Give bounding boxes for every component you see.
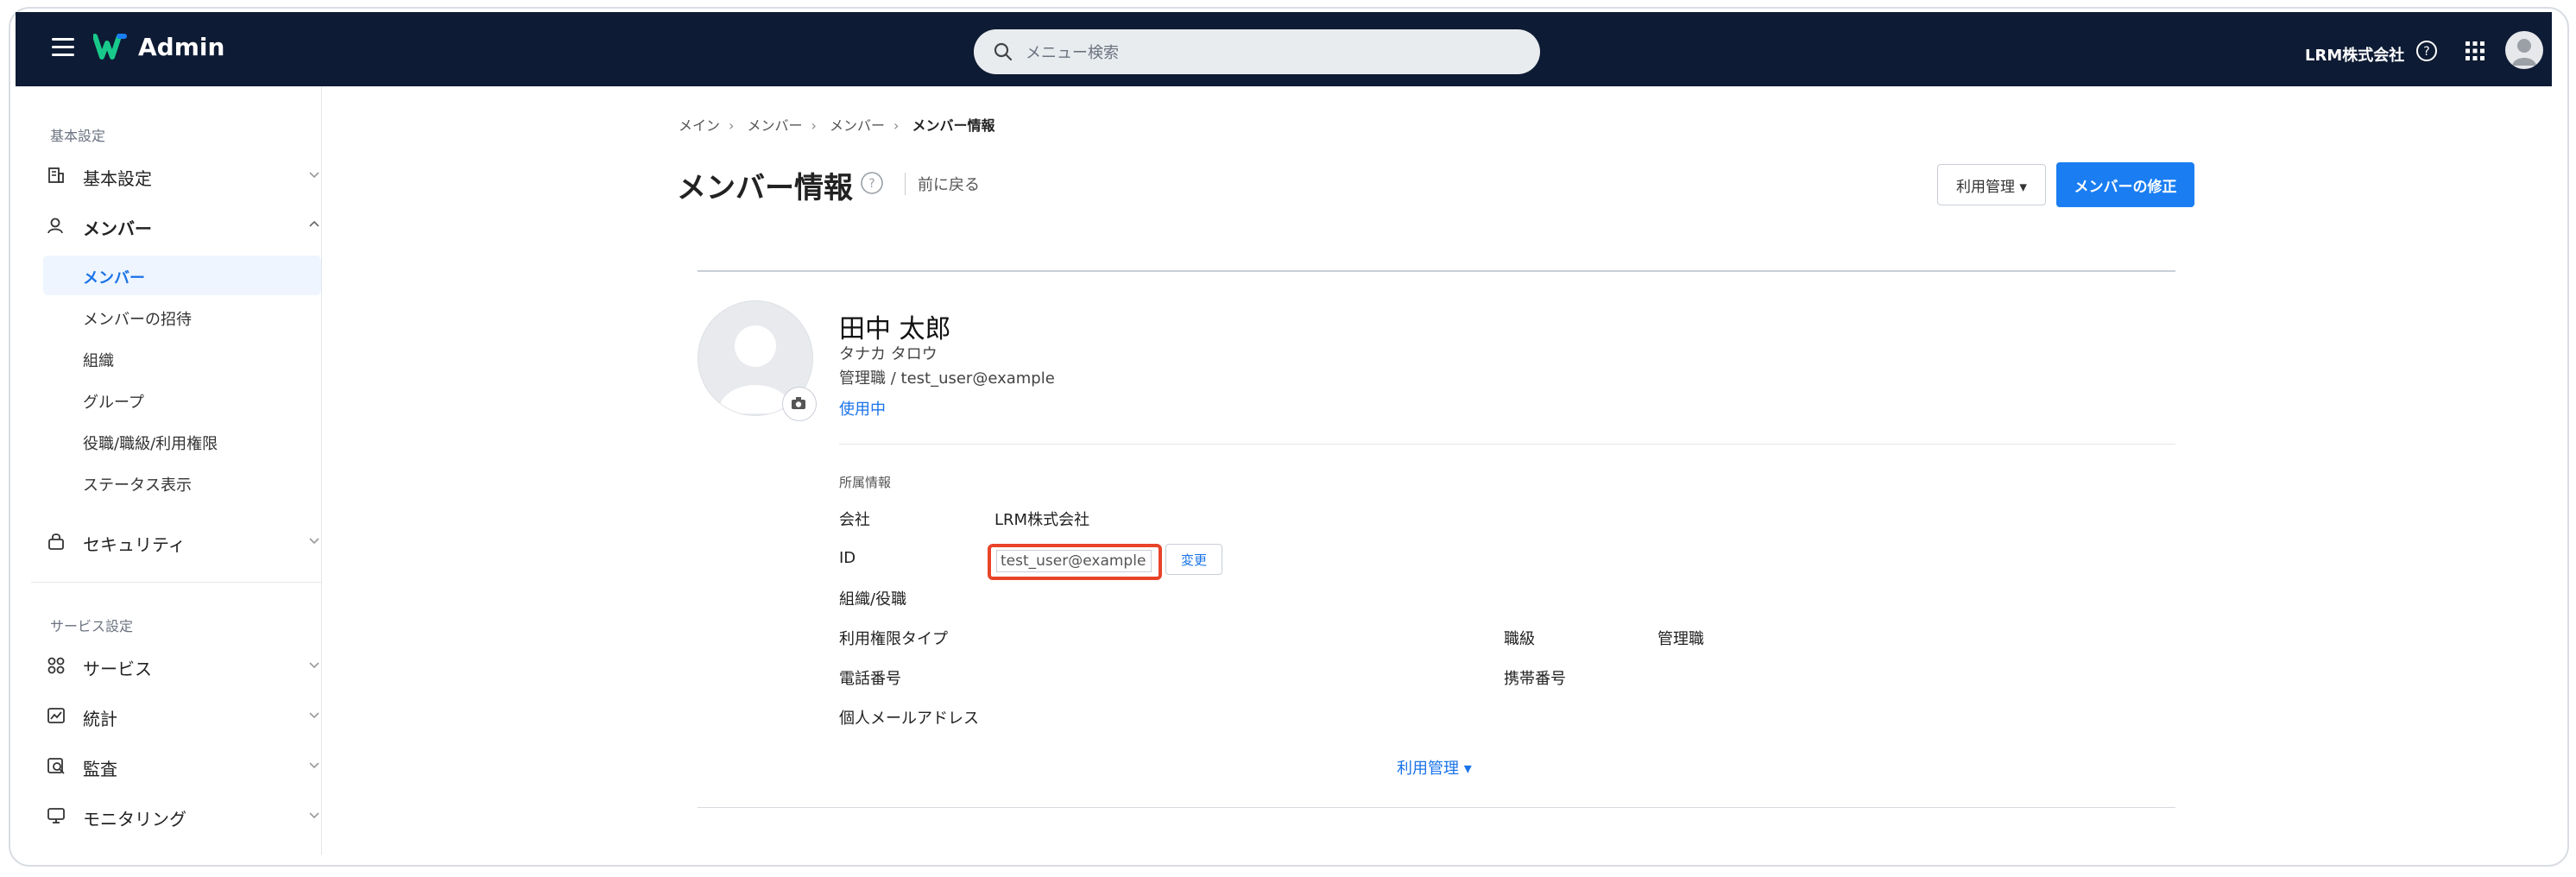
app-title: Admin [138, 33, 225, 61]
search-icon [994, 42, 1013, 61]
sidebar-subitem-label: 組織 [83, 352, 114, 370]
logo-icon [93, 34, 127, 60]
sidebar-item-label: モニタリング [83, 809, 186, 830]
grid-icon [47, 657, 65, 674]
breadcrumb-separator-icon: › [811, 117, 817, 134]
audit-icon [47, 758, 65, 774]
sidebar-item-member[interactable]: メンバー [47, 209, 321, 243]
help-icon[interactable]: ? [2415, 40, 2438, 62]
mobile-label: 携帯番号 [1504, 670, 1566, 688]
sidebar-subitem-invite[interactable]: メンバーの招待 [43, 297, 321, 337]
sidebar-subitem-label: メンバー [83, 269, 145, 287]
company-value: LRM株式会社 [994, 511, 1090, 529]
chart-icon [47, 708, 65, 723]
sidebar-item-label: メンバー [83, 218, 152, 239]
org-position-label: 組織/役職 [839, 590, 907, 609]
content-bottom-divider [698, 807, 2175, 808]
chevron-down-icon [309, 812, 319, 819]
breadcrumb-separator-icon: › [893, 117, 900, 134]
building-icon [48, 167, 64, 183]
id-label: ID [839, 549, 856, 567]
id-field[interactable] [996, 550, 1152, 572]
back-link[interactable]: 前に戻る [905, 173, 980, 195]
affiliation-section-label: 所属情報 [839, 475, 892, 490]
sidebar-item-security[interactable]: セキュリティ [47, 525, 321, 559]
member-name: 田中 太郎 [839, 314, 951, 344]
sidebar: 基本設定 基本設定 メンバー メンバー メンバーの招待 組織 グループ 役職/職… [16, 86, 322, 855]
profile-divider [839, 444, 2175, 445]
breadcrumb-current: メンバー情報 [912, 117, 995, 134]
chevron-down-icon [309, 538, 319, 545]
sidebar-subitem-member[interactable]: メンバー [43, 256, 321, 295]
company-label: 会社 [839, 511, 870, 529]
breadcrumb-item[interactable]: メンバー [748, 114, 803, 135]
content-divider [698, 270, 2175, 272]
sidebar-item-label: セキュリティ [83, 534, 186, 555]
change-id-button[interactable]: 変更 [1165, 544, 1222, 575]
grade-value: 管理職 [1657, 630, 1704, 648]
sidebar-subitem-label: グループ [83, 394, 144, 412]
chevron-down-icon [309, 712, 319, 719]
change-photo-button[interactable] [782, 387, 817, 421]
sidebar-subitem-status[interactable]: ステータス表示 [43, 463, 321, 502]
personal-email-label: 個人メールアドレス [839, 710, 979, 728]
sidebar-item-label: 監査 [83, 759, 117, 779]
usage-management-toggle[interactable]: 利用管理 ▾ [1397, 756, 1472, 779]
apps-grid-icon[interactable] [2464, 40, 2486, 62]
sidebar-item-audit[interactable]: 監査 [47, 749, 321, 784]
svg-text:?: ? [2423, 45, 2429, 59]
sidebar-subitem-group[interactable]: グループ [43, 380, 321, 420]
sidebar-item-monitoring[interactable]: モニタリング [47, 799, 321, 834]
top-bar: Admin LRM株式会社 ? [16, 12, 2552, 86]
search-input[interactable] [1024, 36, 1511, 69]
sidebar-subitem-positions[interactable]: 役職/職級/利用権限 [43, 421, 321, 461]
menu-search[interactable] [974, 29, 1540, 74]
sidebar-item-service[interactable]: サービス [47, 649, 321, 684]
member-status: 使用中 [839, 401, 886, 419]
breadcrumb-separator-icon: › [729, 117, 735, 134]
phone-label: 電話番号 [839, 670, 901, 688]
breadcrumb-item[interactable]: メイン [679, 114, 720, 135]
member-role-email: 管理職 / test_user@example [839, 369, 1055, 388]
app-frame [9, 7, 2569, 867]
help-icon[interactable]: ? [860, 171, 884, 195]
sidebar-item-label: サービス [83, 659, 152, 679]
section-label-basic: 基本設定 [50, 128, 106, 144]
sidebar-item-label: 基本設定 [83, 168, 152, 189]
camera-icon [792, 397, 805, 409]
id-field-highlight [988, 544, 1162, 580]
section-label-service: サービス設定 [50, 618, 134, 634]
sidebar-subitem-label: 役職/職級/利用権限 [83, 435, 218, 453]
grade-label: 職級 [1504, 630, 1535, 648]
sidebar-item-statistics[interactable]: 統計 [47, 699, 321, 734]
sidebar-subitem-label: ステータス表示 [83, 476, 192, 495]
usage-management-button[interactable]: 利用管理 ▾ [1937, 164, 2046, 205]
sidebar-divider [31, 582, 321, 583]
member-kana: タナカ タロウ [839, 345, 938, 363]
member-icon [47, 218, 63, 234]
chevron-down-icon [309, 662, 319, 669]
menu-icon[interactable] [52, 38, 74, 57]
breadcrumb-item[interactable]: メンバー [830, 114, 885, 135]
user-icon [2512, 39, 2536, 66]
chevron-up-icon [309, 220, 319, 227]
page-title: メンバー情報 [677, 171, 853, 205]
lock-icon [48, 533, 64, 550]
sidebar-item-label: 統計 [83, 709, 117, 729]
chevron-down-icon [309, 762, 319, 769]
user-avatar[interactable] [2505, 31, 2543, 69]
company-name[interactable]: LRM株式会社 [2305, 43, 2404, 66]
breadcrumb: メイン › メンバー › メンバー › メンバー情報 [679, 114, 995, 135]
sidebar-subitem-organization[interactable]: 組織 [43, 338, 321, 378]
svg-text:?: ? [868, 177, 874, 191]
edit-member-button[interactable]: メンバーの修正 [2056, 162, 2194, 207]
monitor-icon [47, 808, 65, 823]
chevron-down-icon [309, 172, 319, 179]
sidebar-subitem-label: メンバーの招待 [83, 311, 192, 329]
sidebar-item-basic-settings[interactable]: 基本設定 [47, 159, 321, 193]
permission-type-label: 利用権限タイプ [839, 630, 948, 648]
